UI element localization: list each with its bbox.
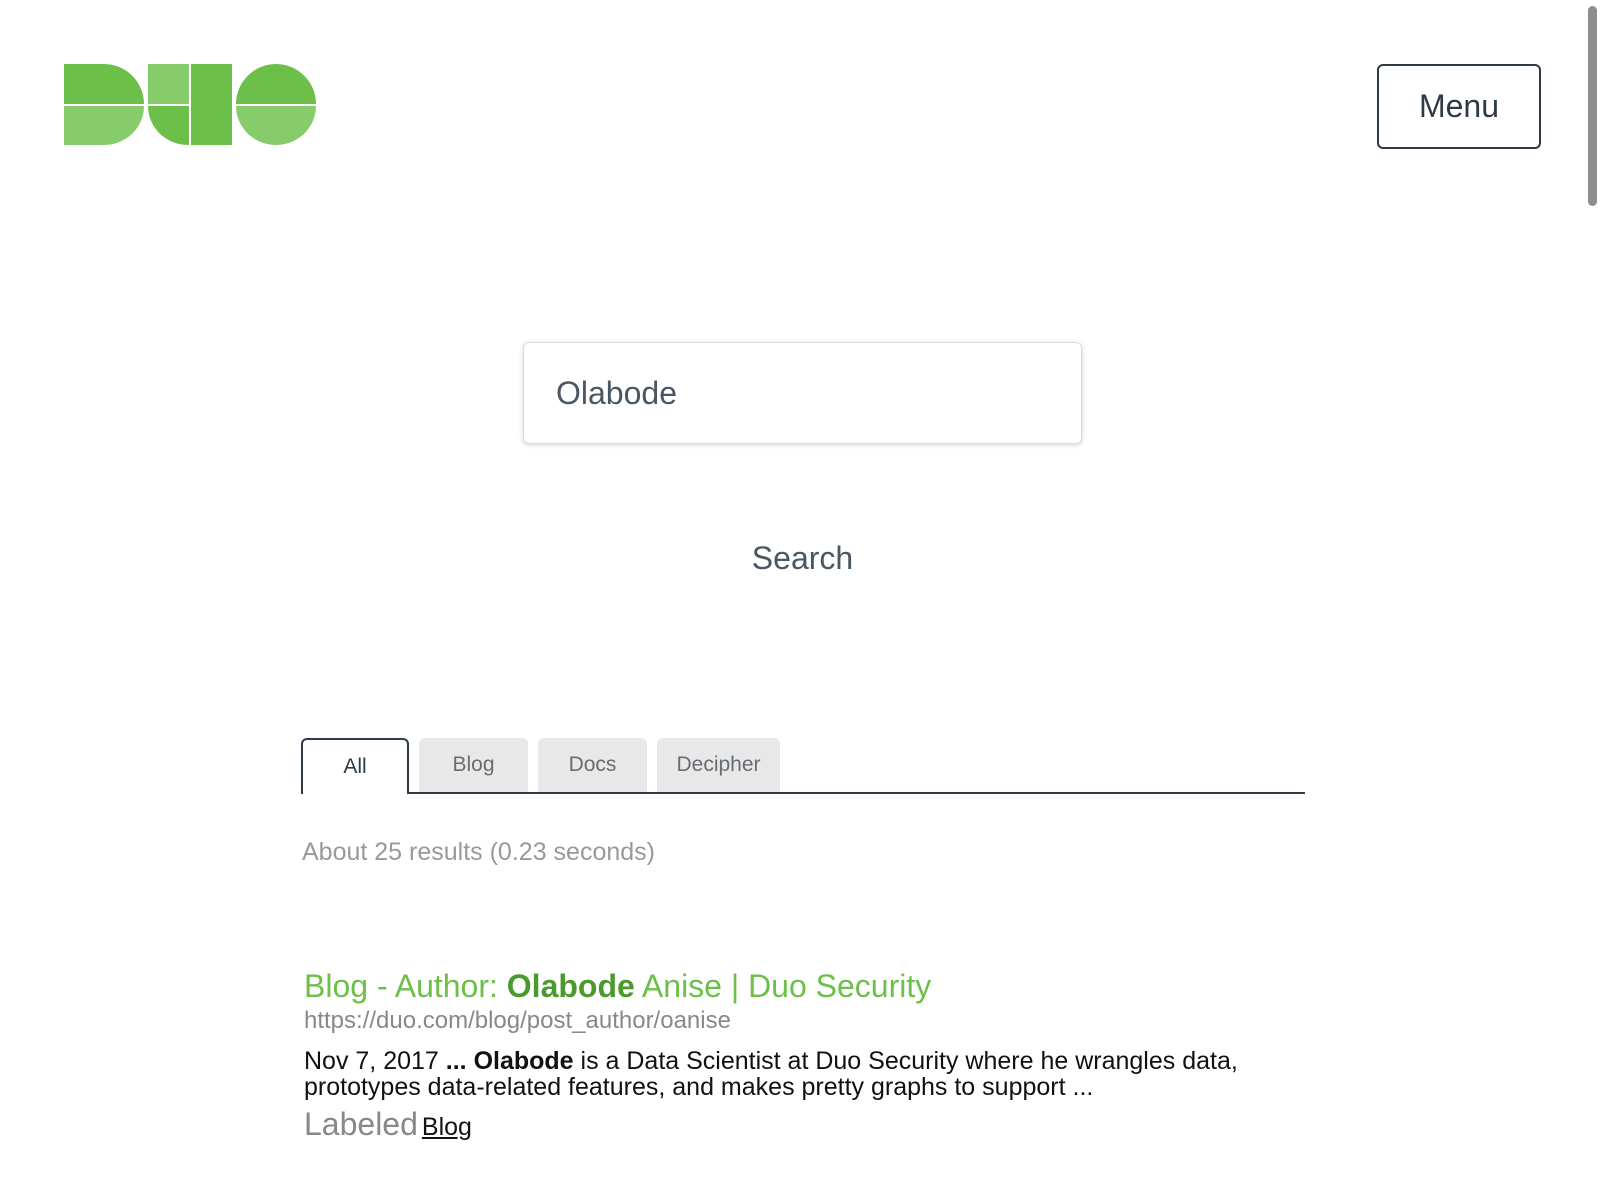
snippet-highlight: Olabode [473,1047,574,1075]
result-title-prefix: Blog - Author: [304,968,507,1004]
scrollbar-thumb[interactable] [1588,6,1597,206]
page: Menu Search All Blog Docs Decipher About… [0,0,1600,1200]
result-title-suffix: Anise | Duo Security [634,968,932,1004]
tab-decipher[interactable]: Decipher [657,738,780,792]
label-link-blog[interactable]: Blog [422,1113,472,1141]
snippet-date: Nov 7, 2017 [304,1047,446,1075]
search-input[interactable] [523,342,1082,444]
tab-blog[interactable]: Blog [419,738,528,792]
vertical-scrollbar[interactable] [1585,0,1600,1200]
result-stats: About 25 results (0.23 seconds) [302,838,655,866]
search-result: Blog - Author: Olabode Anise | Duo Secur… [304,966,1314,1149]
search-button[interactable]: Search [700,532,905,584]
result-url: https://duo.com/blog/post_author/oanise [304,1007,731,1034]
tab-all[interactable]: All [301,738,409,794]
result-labels: Labeled Blog [304,1106,1314,1149]
result-title-link[interactable]: Blog - Author: Olabode Anise | Duo Secur… [304,966,1314,1006]
tab-docs[interactable]: Docs [538,738,647,792]
result-title-highlight: Olabode [506,968,635,1004]
result-snippet: Nov 7, 2017 ... Olabode is a Data Scient… [304,1048,1314,1100]
snippet-ellipsis: ... [445,1047,467,1075]
menu-button[interactable]: Menu [1377,64,1541,149]
labeled-text: Labeled [304,1106,418,1142]
duo-logo[interactable] [64,64,316,145]
filter-tabs: All Blog Docs Decipher [301,738,1305,794]
